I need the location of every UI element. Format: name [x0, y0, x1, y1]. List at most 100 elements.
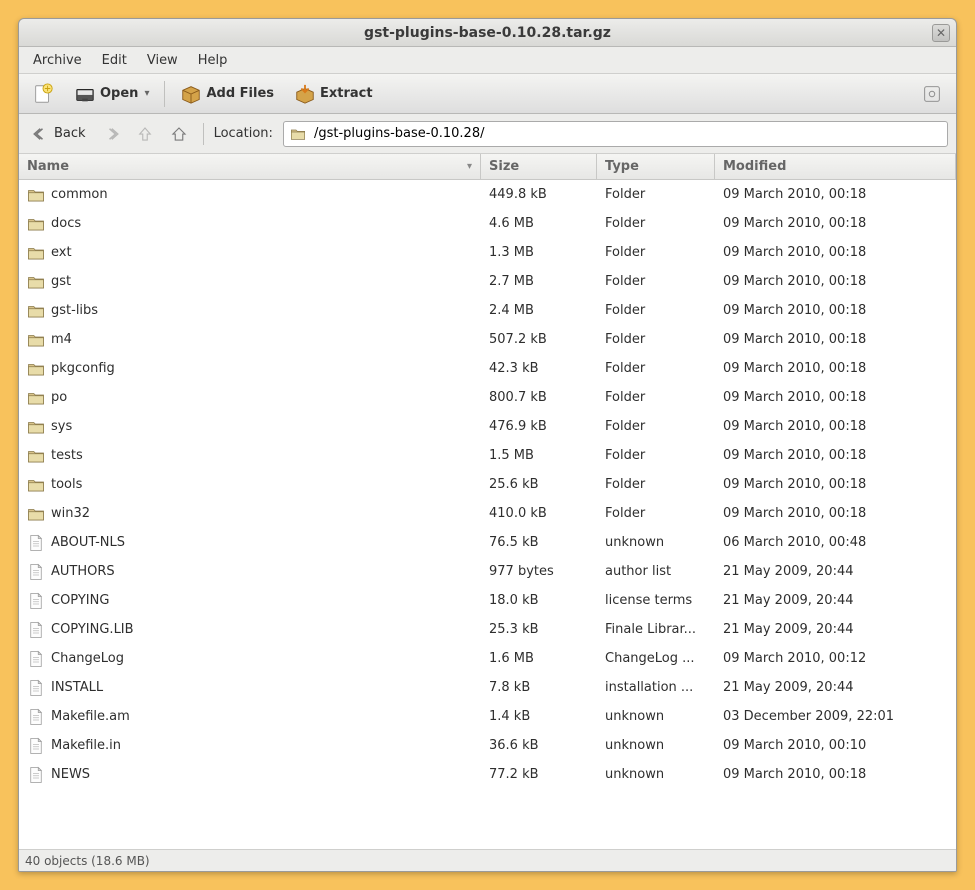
extract-icon	[294, 83, 316, 105]
folder-icon	[290, 126, 306, 142]
file-name: gst-libs	[51, 303, 98, 318]
header-name[interactable]: Name ▾	[19, 154, 481, 179]
cell-modified: 09 March 2010, 00:18	[715, 245, 956, 260]
table-row[interactable]: m4507.2 kBFolder09 March 2010, 00:18	[19, 325, 956, 354]
home-button[interactable]	[165, 122, 193, 146]
table-row[interactable]: tools25.6 kBFolder09 March 2010, 00:18	[19, 470, 956, 499]
cell-size: 507.2 kB	[481, 332, 597, 347]
file-icon	[27, 679, 45, 697]
header-modified[interactable]: Modified	[715, 154, 956, 179]
table-row[interactable]: NEWS77.2 kBunknown09 March 2010, 00:18	[19, 760, 956, 789]
table-row[interactable]: win32410.0 kBFolder09 March 2010, 00:18	[19, 499, 956, 528]
folder-icon	[27, 273, 45, 291]
header-type[interactable]: Type	[597, 154, 715, 179]
location-input[interactable]	[312, 125, 941, 142]
menubar: Archive Edit View Help	[19, 47, 956, 74]
table-row[interactable]: AUTHORS977 bytesauthor list21 May 2009, …	[19, 557, 956, 586]
menu-edit[interactable]: Edit	[94, 50, 135, 71]
folder-icon	[27, 302, 45, 320]
cell-modified: 09 March 2010, 00:18	[715, 274, 956, 289]
file-icon	[27, 737, 45, 755]
file-name: COPYING.LIB	[51, 622, 134, 637]
menu-archive[interactable]: Archive	[25, 50, 90, 71]
location-label: Location:	[214, 126, 273, 141]
cell-type: Folder	[597, 216, 715, 231]
folder-icon	[27, 418, 45, 436]
file-list[interactable]: common449.8 kBFolder09 March 2010, 00:18…	[19, 180, 956, 849]
menu-help[interactable]: Help	[190, 50, 236, 71]
file-name: ChangeLog	[51, 651, 124, 666]
table-row[interactable]: Makefile.in36.6 kBunknown09 March 2010, …	[19, 731, 956, 760]
menu-view[interactable]: View	[139, 50, 186, 71]
cell-modified: 09 March 2010, 00:18	[715, 303, 956, 318]
properties-button[interactable]	[914, 79, 950, 109]
up-icon	[136, 125, 154, 143]
cell-type: Folder	[597, 477, 715, 492]
open-button[interactable]: Open ▾	[67, 79, 156, 109]
new-archive-button[interactable]	[25, 79, 61, 109]
table-row[interactable]: sys476.9 kBFolder09 March 2010, 00:18	[19, 412, 956, 441]
add-files-button[interactable]: Add Files	[173, 79, 281, 109]
file-name: ext	[51, 245, 72, 260]
table-row[interactable]: common449.8 kBFolder09 March 2010, 00:18	[19, 180, 956, 209]
nav-separator	[203, 123, 204, 145]
file-name: NEWS	[51, 767, 90, 782]
cell-modified: 09 March 2010, 00:18	[715, 419, 956, 434]
file-name: m4	[51, 332, 72, 347]
table-row[interactable]: gst-libs2.4 MBFolder09 March 2010, 00:18	[19, 296, 956, 325]
cell-name: INSTALL	[19, 679, 481, 697]
cell-modified: 09 March 2010, 00:18	[715, 767, 956, 782]
table-row[interactable]: pkgconfig42.3 kBFolder09 March 2010, 00:…	[19, 354, 956, 383]
cell-name: tools	[19, 476, 481, 494]
cell-size: 77.2 kB	[481, 767, 597, 782]
close-button[interactable]: ✕	[932, 24, 950, 42]
table-row[interactable]: ext1.3 MBFolder09 March 2010, 00:18	[19, 238, 956, 267]
navbar: Back Location:	[19, 114, 956, 154]
cell-type: Folder	[597, 419, 715, 434]
cell-type: Folder	[597, 390, 715, 405]
cell-name: AUTHORS	[19, 563, 481, 581]
cell-modified: 03 December 2009, 22:01	[715, 709, 956, 724]
file-icon	[27, 592, 45, 610]
cell-size: 449.8 kB	[481, 187, 597, 202]
cell-modified: 09 March 2010, 00:18	[715, 361, 956, 376]
cell-modified: 21 May 2009, 20:44	[715, 564, 956, 579]
cell-name: m4	[19, 331, 481, 349]
table-row[interactable]: po800.7 kBFolder09 March 2010, 00:18	[19, 383, 956, 412]
file-icon	[27, 621, 45, 639]
statusbar: 40 objects (18.6 MB)	[19, 849, 956, 871]
table-row[interactable]: gst2.7 MBFolder09 March 2010, 00:18	[19, 267, 956, 296]
forward-button[interactable]	[97, 122, 125, 146]
cell-name: Makefile.in	[19, 737, 481, 755]
up-button[interactable]	[131, 122, 159, 146]
table-row[interactable]: docs4.6 MBFolder09 March 2010, 00:18	[19, 209, 956, 238]
table-row[interactable]: ABOUT-NLS76.5 kBunknown06 March 2010, 00…	[19, 528, 956, 557]
table-row[interactable]: tests1.5 MBFolder09 March 2010, 00:18	[19, 441, 956, 470]
location-field-wrap[interactable]	[283, 121, 948, 147]
chevron-down-icon: ▾	[144, 88, 149, 99]
cell-size: 7.8 kB	[481, 680, 597, 695]
titlebar[interactable]: gst-plugins-base-0.10.28.tar.gz ✕	[19, 19, 956, 47]
header-size[interactable]: Size	[481, 154, 597, 179]
extract-button[interactable]: Extract	[287, 79, 380, 109]
cell-name: gst	[19, 273, 481, 291]
file-icon	[27, 650, 45, 668]
table-row[interactable]: Makefile.am1.4 kBunknown03 December 2009…	[19, 702, 956, 731]
file-icon	[27, 708, 45, 726]
table-row[interactable]: COPYING18.0 kBlicense terms21 May 2009, …	[19, 586, 956, 615]
cell-modified: 21 May 2009, 20:44	[715, 680, 956, 695]
table-row[interactable]: COPYING.LIB25.3 kBFinale Librar...21 May…	[19, 615, 956, 644]
folder-icon	[27, 389, 45, 407]
cell-name: sys	[19, 418, 481, 436]
cell-type: Folder	[597, 303, 715, 318]
cell-name: ChangeLog	[19, 650, 481, 668]
cell-type: Folder	[597, 274, 715, 289]
cell-type: unknown	[597, 738, 715, 753]
back-button[interactable]: Back	[27, 122, 91, 146]
table-row[interactable]: INSTALL7.8 kBinstallation ...21 May 2009…	[19, 673, 956, 702]
status-text: 40 objects (18.6 MB)	[25, 854, 150, 868]
file-name: Makefile.in	[51, 738, 121, 753]
file-icon	[27, 534, 45, 552]
table-row[interactable]: ChangeLog1.6 MBChangeLog ...09 March 201…	[19, 644, 956, 673]
cell-name: po	[19, 389, 481, 407]
